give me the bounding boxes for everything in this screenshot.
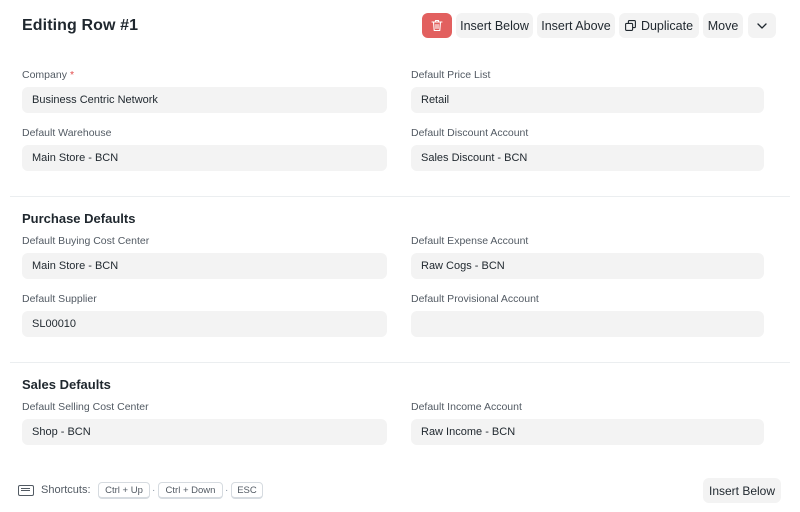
insert-below-button[interactable]: Insert Below xyxy=(456,13,533,38)
insert-below-footer-button[interactable]: Insert Below xyxy=(703,478,781,503)
keyboard-icon xyxy=(18,485,34,496)
duplicate-icon xyxy=(624,20,636,31)
income-account-label: Default Income Account xyxy=(411,401,522,413)
section-divider xyxy=(10,362,790,363)
default-discount-account-field[interactable]: Sales Discount - BCN xyxy=(411,145,764,171)
insert-above-button[interactable]: Insert Above xyxy=(537,13,615,38)
shortcut-ctrl-down: Ctrl + Down xyxy=(158,482,223,499)
page-title: Editing Row #1 xyxy=(22,17,139,34)
provisional-account-field[interactable] xyxy=(411,311,764,337)
expense-account-label: Default Expense Account xyxy=(411,235,529,247)
shortcut-separator: · xyxy=(225,485,229,496)
duplicate-button[interactable]: Duplicate xyxy=(619,13,699,38)
sales-defaults-heading: Sales Defaults xyxy=(22,377,111,392)
company-label: Company * xyxy=(22,69,75,81)
chevron-down-icon xyxy=(757,22,767,29)
provisional-account-label: Default Provisional Account xyxy=(411,293,539,305)
company-field[interactable]: Business Centric Network xyxy=(22,87,387,113)
row-editor-footer: Shortcuts: Ctrl + Up · Ctrl + Down · ESC… xyxy=(0,476,800,506)
more-actions-button[interactable] xyxy=(748,13,776,38)
required-indicator: * xyxy=(69,69,75,81)
section-divider xyxy=(10,196,790,197)
trash-icon xyxy=(431,19,443,32)
default-supplier-field[interactable]: SL00010 xyxy=(22,311,387,337)
duplicate-label: Duplicate xyxy=(640,18,694,33)
shortcut-ctrl-up: Ctrl + Up xyxy=(98,482,150,499)
purchase-defaults-heading: Purchase Defaults xyxy=(22,211,136,226)
income-account-field[interactable]: Raw Income - BCN xyxy=(411,419,764,445)
move-button[interactable]: Move xyxy=(703,13,743,38)
default-warehouse-label: Default Warehouse xyxy=(22,127,112,139)
expense-account-field[interactable]: Raw Cogs - BCN xyxy=(411,253,764,279)
buying-cost-center-label: Default Buying Cost Center xyxy=(22,235,150,247)
default-price-list-field[interactable]: Retail xyxy=(411,87,764,113)
shortcut-esc: ESC xyxy=(231,482,263,499)
shortcut-separator: · xyxy=(152,485,156,496)
default-supplier-label: Default Supplier xyxy=(22,293,97,305)
selling-cost-center-label: Default Selling Cost Center xyxy=(22,401,149,413)
default-price-list-label: Default Price List xyxy=(411,69,491,81)
selling-cost-center-field[interactable]: Shop - BCN xyxy=(22,419,387,445)
default-warehouse-field[interactable]: Main Store - BCN xyxy=(22,145,387,171)
delete-button[interactable] xyxy=(422,13,452,38)
default-discount-account-label: Default Discount Account xyxy=(411,127,529,139)
buying-cost-center-field[interactable]: Main Store - BCN xyxy=(22,253,387,279)
shortcuts-label: Shortcuts: xyxy=(41,484,91,496)
row-editor-header: Editing Row #1 Insert Below Insert Above… xyxy=(0,0,800,56)
